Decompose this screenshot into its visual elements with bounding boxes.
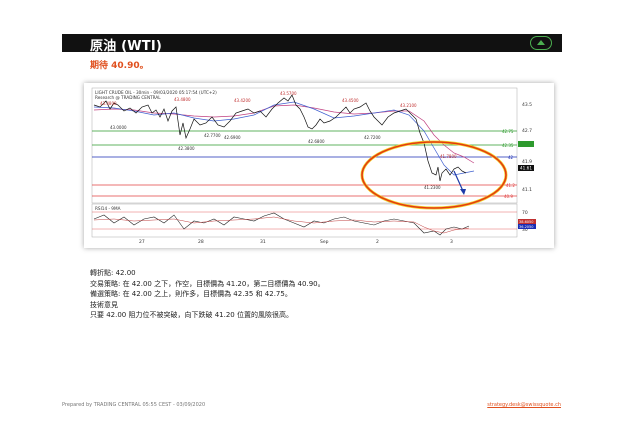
page-title: 原油 (WTI) (90, 39, 163, 54)
price-label-43-21: 43.2100 (400, 103, 417, 108)
analysis-text: 轉折點: 42.00 交易策略: 在 42.00 之下，作空，目標價為 41.2… (90, 268, 325, 321)
comment-text: 只要 42.00 阻力位不被突破，向下跌破 41.20 位置的風險很高。 (90, 311, 293, 319)
price-label-41-78: 41.7800 (440, 154, 457, 159)
price-label-43-42: 43.4200 (234, 98, 251, 103)
section-header: 原油 (WTI) (62, 34, 562, 54)
footer-email-link[interactable]: strategy.desk@swissquote.ch (487, 402, 561, 408)
y-tick: 43.5 (522, 102, 532, 108)
chart-subtitle: Research @ TRADING CENTRAL (95, 95, 161, 100)
level-tag-42-75: 42.75 (502, 129, 514, 134)
comment-title: 技術意見 (90, 300, 118, 309)
rsi-tag: 38.6050 (519, 220, 533, 224)
level-tag-40-9: 40.9 (504, 194, 513, 199)
y-tick: 41.9 (522, 159, 532, 165)
price-label-43-57: 43.5700 (280, 91, 297, 96)
price-label-42-77: 42.7700 (204, 133, 221, 138)
price-label-42-68: 42.6800 (308, 139, 325, 144)
price-label-41-23: 41.2300 (424, 185, 441, 190)
x-tick: Sep (320, 239, 329, 245)
y-tick: 41.1 (522, 187, 532, 193)
level-tag-42: 42 (508, 155, 514, 160)
price-label-43-00: 43.0000 (110, 125, 127, 130)
y-tick: 42.7 (522, 128, 532, 134)
level-tag-42-35: 42.35 (502, 143, 514, 148)
x-tick: 28 (198, 239, 204, 245)
current-price-tag: 41.61 (520, 166, 532, 171)
rsi-tag: 36.2050 (519, 225, 533, 229)
price-label-43-48: 43.4800 (100, 101, 117, 106)
price-label-42-38: 42.3800 (178, 146, 195, 151)
price-chart: LIGHT CRUDE OIL - 30min - 09/03/2020 05:… (84, 83, 554, 248)
rsi-label: RSI14 - 9MA (95, 206, 121, 211)
level-tag-41-2: 41.2 (506, 183, 515, 188)
chevron-up-icon[interactable] (530, 36, 552, 50)
expectation-text: 期待 40.90。 (90, 61, 149, 71)
price-label-42-69: 42.6900 (224, 135, 241, 140)
x-tick: 3 (450, 239, 453, 245)
price-label-43-48-b: 43.4800 (174, 97, 191, 102)
price-label-43-45: 43.4500 (342, 98, 359, 103)
x-tick: 27 (139, 239, 145, 245)
alternative-strategy: 備選策略: 在 42.00 之上，則作多，目標價為 42.35 和 42.75。 (90, 290, 292, 298)
price-plot-frame (91, 87, 518, 204)
footer-prepared-by: Prepared by TRADING CENTRAL 05:55 CEST -… (62, 402, 206, 408)
x-tick: 2 (376, 239, 379, 245)
x-tick: 31 (260, 239, 266, 245)
trading-strategy: 交易策略: 在 42.00 之下，作空，目標價為 41.20，第二目標價為 40… (90, 279, 325, 288)
rsi-plot-frame (91, 203, 518, 238)
rsi-tick: 70 (522, 210, 528, 216)
price-chart-svg: LIGHT CRUDE OIL - 30min - 09/03/2020 05:… (91, 87, 536, 245)
pivot-point: 轉折點: 42.00 (90, 269, 136, 277)
price-label-42-72: 42.7200 (364, 135, 381, 140)
level-badge-green (518, 141, 534, 147)
